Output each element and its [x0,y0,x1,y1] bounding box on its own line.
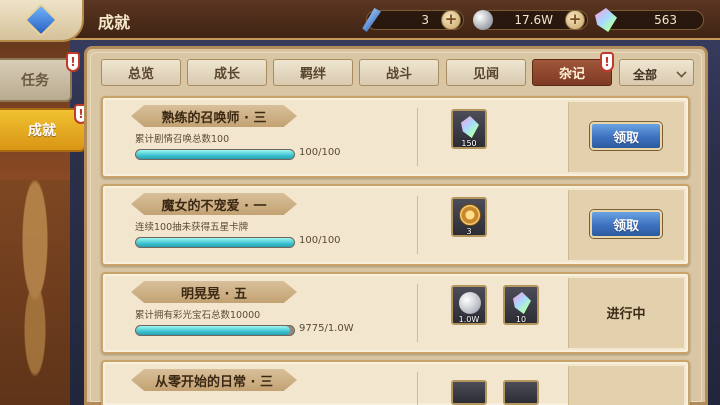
progress-bar [135,237,295,248]
silver-value: 17.6W [514,13,553,27]
top-bar: 成就 3 + 17.6W + 563 [0,0,720,42]
divider [417,372,418,405]
side-tab-tasks[interactable]: 任务 [0,58,72,102]
page-title: 成就 [98,13,131,32]
action-area: 领取 [568,190,684,260]
reward-item[interactable]: 3 [451,197,487,237]
achievement-card: 从零开始的日常 · 三 [101,360,690,405]
action-area: 领取 [568,102,684,172]
add-quill-button[interactable]: + [441,10,461,30]
crystal-value: 563 [654,13,677,27]
reward-count: 3 [466,227,472,236]
in-progress-status: 进行中 [606,307,646,322]
progress-fill [136,326,291,335]
progress-text: 100/100 [299,235,341,246]
divider [417,196,418,254]
progress-bar [135,149,295,160]
progress-text: 100/100 [299,147,341,158]
achievement-desc: 连续100抽未获得五星卡牌 [135,222,249,233]
tab-bond[interactable]: 羁绊 [273,59,353,86]
quill-icon [362,8,381,32]
filter-selected: 全部 [633,68,658,82]
silver-currency-display: 17.6W + [473,10,588,30]
medal-icon [459,204,481,226]
progress-fill [136,238,294,247]
tasks-alert-icon: ! [66,52,80,72]
achievement-desc: 累计拥有彩光宝石总数10000 [135,310,261,321]
achievement-desc: 累计剧情召唤总数100 [135,134,230,145]
achievement-title: 魔女的不宠爱 · 一 [131,193,297,215]
progress-bar [135,325,295,336]
filter-dropdown[interactable]: 全部 [619,59,694,86]
misc-alert-icon: ! [600,52,614,72]
reward-count: 150 [461,139,477,148]
achievement-card: 明晃晃 · 五 累计拥有彩光宝石总数10000 9775/1.0W 1.0W 1… [101,272,690,354]
tab-growth[interactable]: 成长 [187,59,267,86]
quill-value: 3 [421,13,429,27]
achievement-title: 熟练的召唤师 · 三 [131,105,297,127]
add-silver-button[interactable]: + [565,10,585,30]
reward-item[interactable] [451,380,487,405]
achievement-title: 明晃晃 · 五 [131,281,297,303]
quill-currency-display: 3 + [362,8,464,32]
tab-knowledge[interactable]: 见闻 [446,59,526,86]
reward-item[interactable]: 10 [503,285,539,325]
tab-overview[interactable]: 总览 [101,59,181,86]
action-area [568,366,684,405]
action-area: 进行中 [568,278,684,348]
chevron-down-icon [676,67,687,78]
progress-text: 9775/1.0W [299,323,354,334]
crystal-icon [595,8,617,32]
divider [417,284,418,342]
crystal-currency-display: 563 [595,8,704,32]
reward-item[interactable]: 150 [451,109,487,149]
background-ornament [0,180,70,405]
achievement-title: 从零开始的日常 · 三 [131,369,297,391]
reward-item[interactable]: 1.0W [451,285,487,325]
achievement-card: 熟练的召唤师 · 三 累计剧情召唤总数100 100/100 150 领取 [101,96,690,178]
reward-count: 1.0W [458,315,480,324]
reward-count: 10 [515,315,527,324]
achievement-card: 魔女的不宠爱 · 一 连续100抽未获得五星卡牌 100/100 3 领取 [101,184,690,266]
silver-coin-icon [473,10,493,30]
silver-coin-icon [459,292,481,314]
crystal-icon [461,116,479,138]
home-button[interactable] [0,0,84,42]
divider [417,108,418,166]
tab-battle[interactable]: 战斗 [359,59,439,86]
claim-button[interactable]: 领取 [590,210,662,238]
crystal-icon [513,292,531,314]
reward-item[interactable] [503,380,539,405]
home-gem-icon [24,3,58,37]
claim-button[interactable]: 领取 [590,122,662,150]
progress-fill [136,150,294,159]
